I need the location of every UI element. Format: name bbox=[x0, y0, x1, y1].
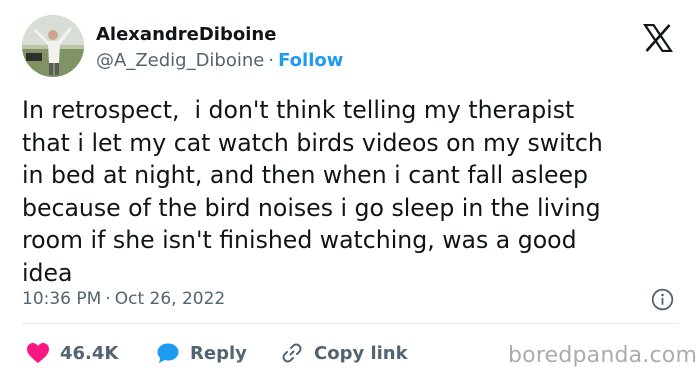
avatar[interactable] bbox=[22, 15, 84, 77]
reply-label: Reply bbox=[190, 342, 247, 364]
handle-row: @A_Zedig_Diboine · Follow bbox=[96, 50, 343, 71]
tweet-time[interactable]: 10:36 PM bbox=[22, 289, 101, 309]
follow-button[interactable]: Follow bbox=[278, 50, 343, 71]
link-icon bbox=[282, 343, 302, 363]
heart-icon bbox=[27, 343, 49, 363]
tweet-card: AlexandreDiboine @A_Zedig_Diboine · Follow… bbox=[0, 0, 700, 379]
display-name[interactable]: AlexandreDiboine bbox=[96, 24, 276, 45]
watermark: boredpanda.com bbox=[508, 343, 698, 368]
separator-dot: · bbox=[268, 50, 275, 71]
copy-link-label: Copy link bbox=[314, 342, 408, 364]
speech-bubble-icon bbox=[157, 343, 179, 363]
reply-button[interactable]: Reply bbox=[156, 340, 247, 366]
x-logo-icon[interactable] bbox=[643, 24, 673, 52]
info-icon[interactable] bbox=[651, 288, 674, 311]
tweet-text: In retrospect, i don't think telling my … bbox=[22, 96, 603, 287]
divider bbox=[22, 323, 678, 324]
like-count: 46.4K bbox=[60, 342, 119, 364]
separator-dot: · bbox=[105, 289, 111, 309]
tweet-date[interactable]: Oct 26, 2022 bbox=[115, 289, 226, 309]
handle[interactable]: @A_Zedig_Diboine bbox=[96, 50, 264, 71]
timestamp-row: 10:36 PM · Oct 26, 2022 bbox=[22, 289, 225, 309]
avatar-image bbox=[22, 15, 84, 77]
like-button[interactable]: 46.4K bbox=[26, 340, 118, 366]
copy-link-button[interactable]: Copy link bbox=[280, 340, 408, 366]
